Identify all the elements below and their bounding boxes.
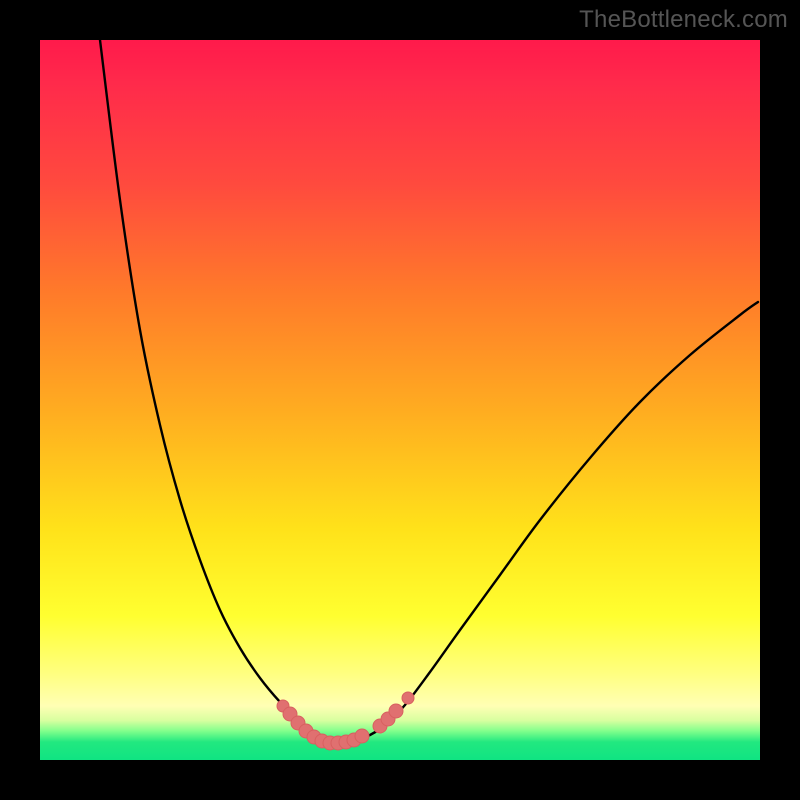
chart-frame: TheBottleneck.com [0, 0, 800, 800]
curve-markers [277, 692, 414, 750]
bottleneck-curve [100, 40, 758, 742]
bottleneck-curve-svg [40, 40, 760, 760]
plot-area [40, 40, 760, 760]
curve-marker [402, 692, 414, 704]
curve-marker [389, 704, 403, 718]
watermark-label: TheBottleneck.com [579, 6, 788, 34]
curve-marker [355, 729, 369, 743]
